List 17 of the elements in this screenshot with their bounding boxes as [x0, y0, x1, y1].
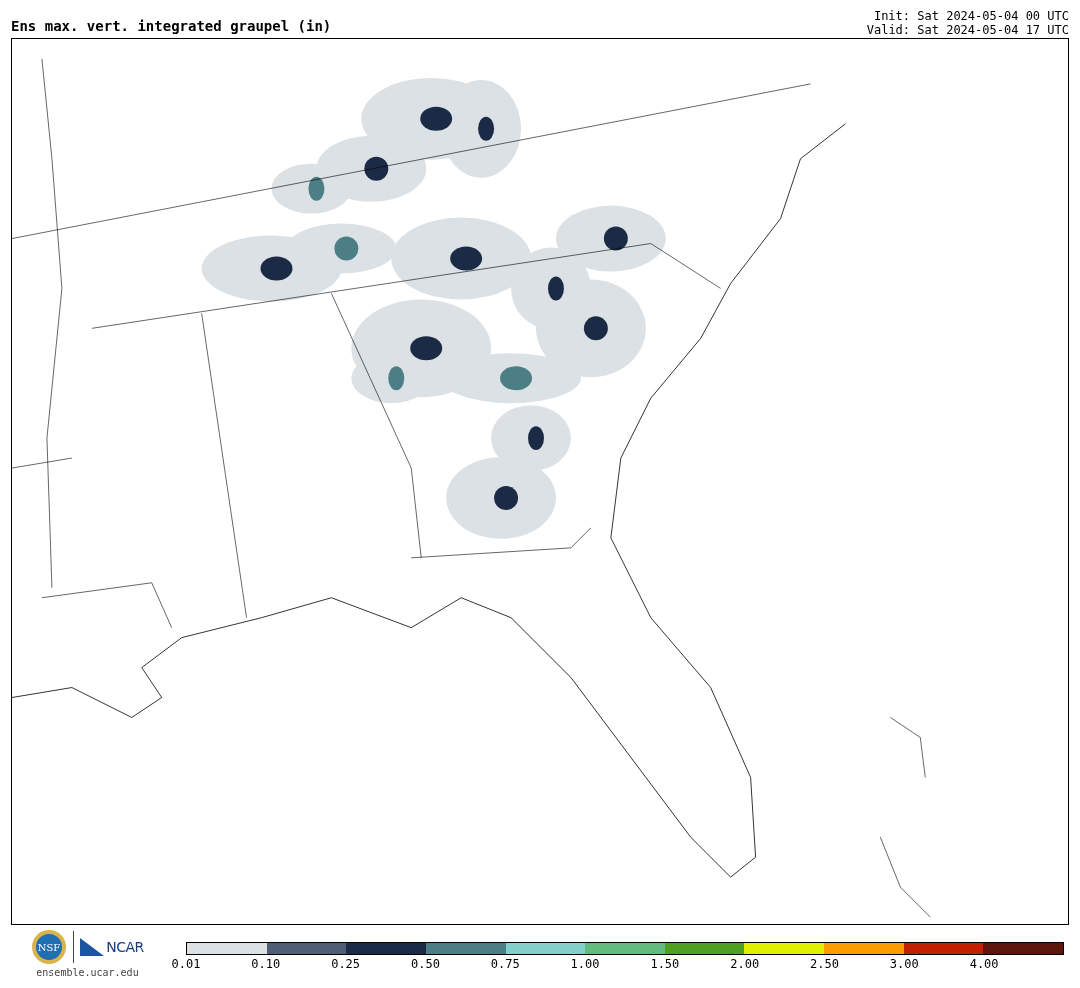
- scale-label: 1.00: [570, 957, 600, 971]
- site-url: ensemble.ucar.edu: [36, 967, 139, 978]
- map-title: Ens max. vert. integrated graupel (in): [11, 18, 332, 34]
- scale-label: 4.00: [969, 957, 999, 971]
- valid-time: Valid: Sat 2024-05-04 17 UTC: [866, 23, 1069, 37]
- nsf-logo: NSF: [31, 929, 68, 965]
- scale-label: 0.01: [171, 957, 201, 971]
- init-time: Init: Sat 2024-05-04 00 UTC: [873, 9, 1069, 23]
- scale-label: 0.50: [411, 957, 440, 971]
- scale-label: 1.50: [650, 957, 680, 971]
- scale-label: 2.50: [810, 957, 839, 971]
- ncar-logo: NCAR: [80, 938, 144, 956]
- scale-label: 0.25: [331, 957, 361, 971]
- scale-label: 2.00: [730, 957, 760, 971]
- scale-label: 3.00: [889, 957, 919, 971]
- scale-label: 0.10: [251, 957, 281, 971]
- scale-label: 0.75: [490, 957, 520, 971]
